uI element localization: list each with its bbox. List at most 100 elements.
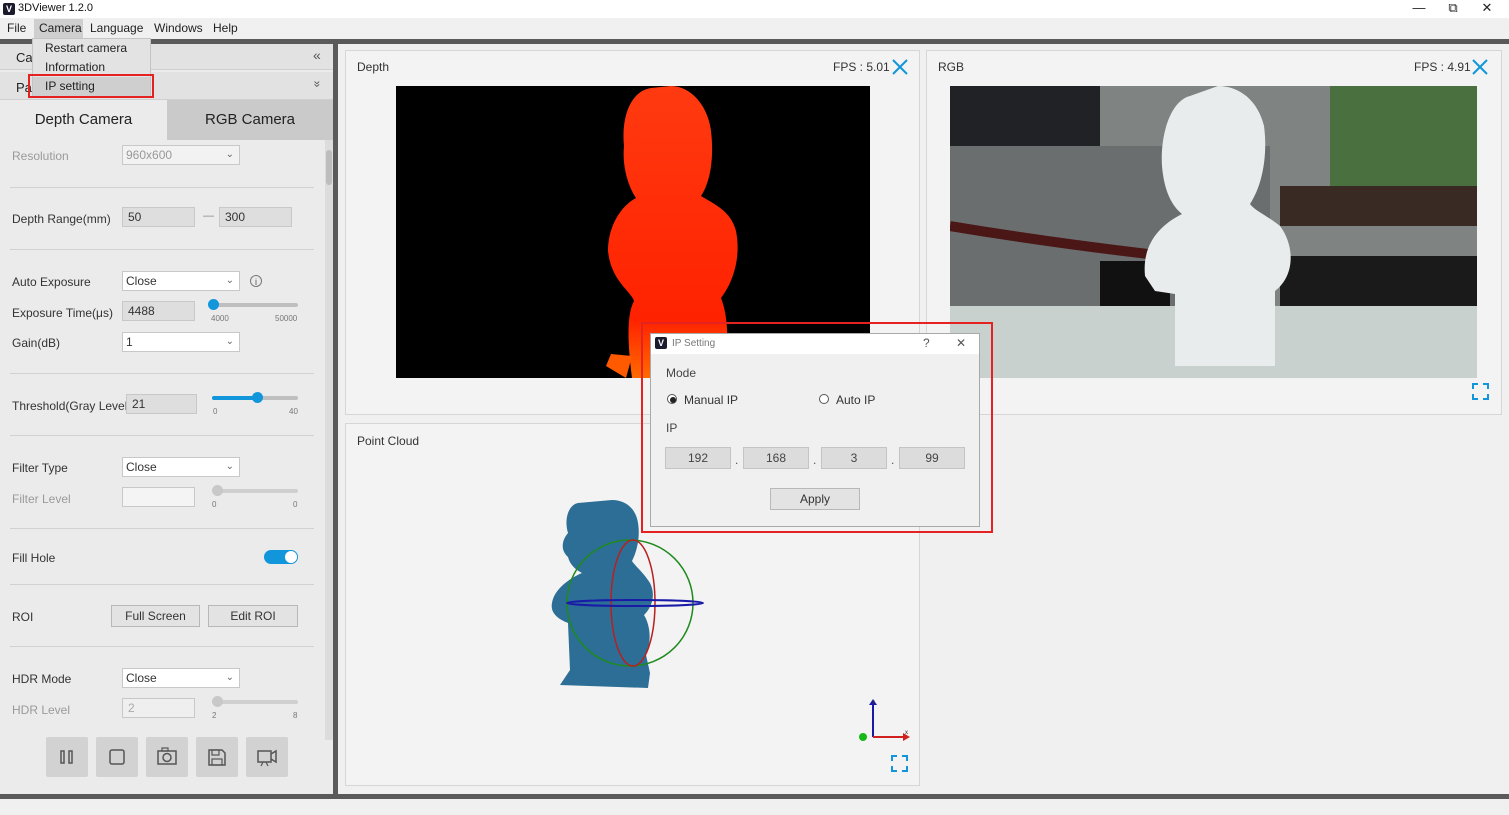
threshold-slider[interactable] [212, 392, 298, 403]
menu-item-information[interactable]: Information [45, 60, 105, 74]
tab-rgb-camera[interactable]: RGB Camera [167, 100, 333, 140]
title-bar [0, 0, 1509, 18]
expand-down-icon[interactable]: » [310, 81, 324, 88]
window-title: 3DViewer 1.2.0 [18, 2, 94, 14]
rgb-fps: FPS : 4.91 [1414, 60, 1471, 74]
toggle-knob [285, 551, 297, 563]
gain-value: 1 [126, 335, 133, 349]
roi-label: ROI [12, 610, 34, 624]
chevron-down-icon: ⌄ [225, 672, 234, 683]
exposure-time-input[interactable]: 4488 [122, 301, 195, 321]
exposure-time-slider[interactable] [207, 299, 298, 310]
record-icon [257, 749, 277, 767]
restore-button[interactable]: ⧉ [1438, 0, 1468, 18]
dialog-help-button[interactable]: ? [923, 336, 930, 350]
slider-max-tick: 50000 [275, 314, 298, 323]
depth-range-max-input[interactable]: 300 [219, 207, 292, 227]
close-depth-view-icon[interactable] [891, 58, 909, 79]
menu-help[interactable]: Help [213, 21, 238, 35]
filter-type-label: Filter Type [12, 461, 68, 475]
fill-hole-toggle[interactable] [264, 550, 298, 564]
point-cloud-title: Point Cloud [357, 434, 420, 448]
auto-exposure-value: Close [126, 274, 157, 288]
auto-ip-radio[interactable] [819, 394, 829, 404]
hdr-mode-select[interactable]: Close ⌄ [122, 668, 240, 688]
auto-ip-label[interactable]: Auto IP [836, 393, 875, 407]
gain-select[interactable]: 1 ⌄ [122, 332, 240, 352]
slider-fill [212, 396, 258, 400]
stop-icon [109, 749, 125, 765]
ip-dot: . [891, 453, 895, 467]
hdr-level-input[interactable]: 2 [122, 698, 195, 718]
apply-button[interactable]: Apply [770, 488, 860, 510]
edit-roi-button[interactable]: Edit ROI [208, 605, 298, 627]
xyz-axis-icon: z x [859, 699, 910, 741]
tab-depth-camera[interactable]: Depth Camera [0, 100, 167, 140]
hdr-mode-label: HDR Mode [12, 672, 72, 686]
gain-label: Gain(dB) [12, 336, 61, 350]
dialog-close-button[interactable]: ✕ [956, 336, 966, 350]
depth-range-min-input[interactable]: 50 [122, 207, 195, 227]
minimize-button[interactable]: — [1404, 0, 1434, 18]
scrollbar-thumb[interactable] [326, 150, 332, 185]
threshold-input[interactable]: 21 [126, 394, 197, 414]
ip-octet-4-input[interactable]: 99 [899, 447, 965, 469]
dialog-title: IP Setting [672, 338, 716, 349]
filter-level-input[interactable] [122, 487, 195, 507]
stop-button[interactable] [96, 737, 138, 777]
hdr-mode-value: Close [126, 671, 157, 685]
pause-button[interactable] [46, 737, 88, 777]
resolution-select[interactable]: 960x600 ⌄ [122, 145, 240, 165]
divider [10, 528, 314, 529]
slider-max-tick: 0 [293, 500, 298, 509]
mode-label: Mode [666, 366, 697, 380]
rgb-image [950, 86, 1477, 378]
menu-item-restart-camera[interactable]: Restart camera [45, 41, 127, 55]
range-dash: — [203, 210, 214, 222]
slider-max-tick: 8 [293, 711, 298, 720]
chevron-down-icon: ⌄ [225, 275, 234, 286]
save-button[interactable] [196, 737, 238, 777]
save-icon [208, 749, 226, 766]
filter-level-slider[interactable] [212, 485, 298, 496]
ip-octet-3-input[interactable]: 3 [821, 447, 887, 469]
dialog-logo-icon: V [655, 337, 667, 349]
manual-ip-radio[interactable] [667, 394, 677, 404]
depth-view-title: Depth [357, 60, 390, 74]
menu-file[interactable]: File [7, 21, 26, 35]
collapse-left-icon[interactable]: « [313, 47, 321, 63]
chevron-down-icon: ⌄ [225, 149, 234, 160]
auto-exposure-select[interactable]: Close ⌄ [122, 271, 240, 291]
record-button[interactable] [246, 737, 288, 777]
close-rgb-view-icon[interactable] [1471, 58, 1489, 79]
divider [10, 584, 314, 585]
slider-handle[interactable] [212, 696, 223, 707]
manual-ip-label[interactable]: Manual IP [684, 393, 738, 407]
app-logo-icon: V [3, 3, 15, 15]
menu-language[interactable]: Language [90, 21, 143, 35]
hdr-level-slider[interactable] [212, 696, 298, 707]
info-icon[interactable]: i [250, 275, 262, 287]
ip-octet-2-input[interactable]: 168 [743, 447, 809, 469]
close-window-button[interactable]: ✕ [1472, 0, 1502, 18]
ip-octet-1-input[interactable]: 192 [665, 447, 731, 469]
divider [10, 435, 314, 436]
panel-scrollbar[interactable] [325, 140, 333, 740]
capture-icon [157, 747, 177, 765]
fullscreen-point-cloud-icon[interactable] [891, 755, 908, 775]
slider-handle[interactable] [207, 299, 219, 310]
menu-camera[interactable]: Camera [39, 21, 82, 35]
capture-button[interactable] [146, 737, 188, 777]
divider [10, 646, 314, 647]
svg-text:z: z [872, 700, 875, 706]
slider-max-tick: 40 [289, 407, 298, 416]
full-screen-button[interactable]: Full Screen [111, 605, 200, 627]
fullscreen-rgb-icon[interactable] [1472, 383, 1489, 403]
filter-type-select[interactable]: Close ⌄ [122, 457, 240, 477]
menu-windows[interactable]: Windows [154, 21, 203, 35]
threshold-label: Threshold(Gray Level) [12, 399, 132, 413]
hdr-level-label: HDR Level [12, 703, 71, 717]
slider-handle[interactable] [212, 485, 223, 496]
slider-min-tick: 0 [213, 407, 218, 416]
ip-dot: . [813, 453, 817, 467]
